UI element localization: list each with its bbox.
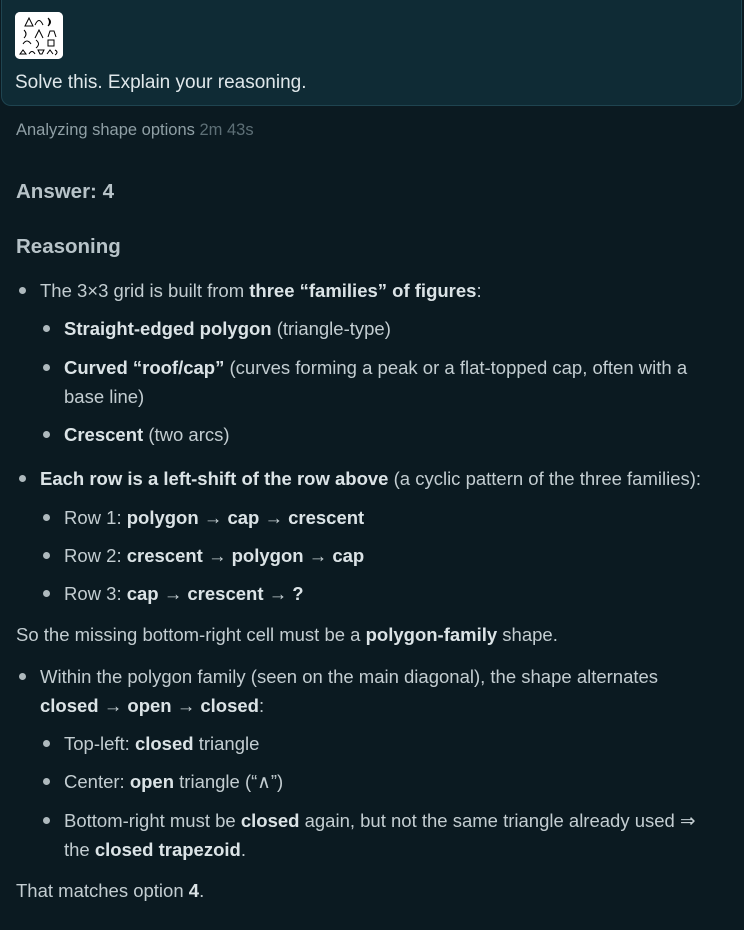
conclusion-paragraph: So the missing bottom-right cell must be… — [16, 624, 558, 646]
bold-segment: crescent — [126, 545, 203, 566]
bold-segment: closed — [240, 810, 300, 831]
bold-segment: polygon — [231, 545, 304, 566]
bullet-dot — [43, 552, 50, 559]
family-crescent: Crescent (two arcs) — [64, 424, 230, 446]
reasoning-bullet-left-shift: Each row is a left-shift of the row abov… — [40, 468, 701, 490]
arrow: → — [263, 583, 293, 604]
bold-segment: Crescent — [64, 424, 144, 445]
arrow: → — [303, 545, 333, 566]
text-segment: Top-left: — [64, 733, 135, 754]
answer-value: 4 — [102, 180, 114, 203]
bold-segment: open — [129, 771, 175, 792]
text-segment: Center: — [64, 771, 130, 792]
text-segment: That matches option — [16, 880, 189, 901]
bold-segment: cap — [227, 507, 260, 528]
text-segment: . — [240, 839, 246, 860]
bullet-dot — [43, 364, 50, 371]
bold-segment: crescent — [187, 583, 264, 604]
arrow: → — [198, 507, 228, 528]
arrow: → — [171, 695, 201, 716]
text-segment: Row 3: — [64, 583, 127, 604]
text-segment: : — [258, 695, 265, 716]
bold-segment: ? — [292, 583, 304, 604]
top-left-triangle: Top-left: closed triangle — [64, 733, 259, 755]
text-segment: shape. — [497, 624, 558, 645]
arrow: → — [259, 507, 289, 528]
bold-segment: open — [127, 695, 172, 716]
final-conclusion: That matches option 4. — [16, 880, 204, 902]
family-cap: Curved “roof/cap” (curves forming a peak… — [64, 357, 687, 379]
text-segment: The 3×3 grid is built from — [40, 280, 250, 301]
bold-segment: closed — [134, 733, 194, 754]
text-segment: (curves forming a peak or a flat-topped … — [224, 357, 688, 378]
bullet-dot — [43, 778, 50, 785]
reasoning-bullet-families: The 3×3 grid is built from three “famili… — [40, 280, 482, 302]
row-3-pattern: Row 3: cap → crescent → ? — [64, 583, 304, 605]
text-segment: . — [199, 880, 205, 901]
arrow: → — [158, 583, 188, 604]
bold-segment: polygon — [126, 507, 199, 528]
family-polygon: Straight-edged polygon (triangle-type) — [64, 318, 391, 340]
text-segment: (two arcs) — [143, 424, 230, 445]
text-segment: again, but not the same triangle already… — [299, 810, 696, 831]
bottom-right-deduction: Bottom-right must be closed again, but n… — [64, 810, 695, 832]
bold-segment: cap — [126, 583, 159, 604]
arrow: → — [98, 695, 128, 716]
answer-heading: Answer: 4 — [16, 180, 114, 204]
answer-label: Answer: — [16, 180, 97, 203]
bold-segment: polygon-family — [365, 624, 498, 645]
bullet-dot — [43, 590, 50, 597]
bullet-dot — [43, 431, 50, 438]
bullet-dot — [43, 514, 50, 521]
text-segment: Row 2: — [64, 545, 127, 566]
family-cap-continued: base line) — [64, 386, 145, 407]
bold-segment: crescent — [288, 507, 365, 528]
bold-segment: three “families” of figures — [249, 280, 477, 301]
bullet-dot — [19, 287, 26, 294]
bullet-dot — [19, 673, 26, 680]
text-segment: (a cyclic pattern of the three families)… — [388, 468, 702, 489]
reasoning-bullet-polygon-family: Within the polygon family (seen on the m… — [40, 666, 659, 687]
bold-segment: closed — [200, 695, 259, 716]
bold-segment: 4 — [188, 880, 200, 901]
user-message-text: Solve this. Explain your reasoning. — [15, 72, 307, 93]
text-segment: So the missing bottom-right cell must be… — [16, 624, 366, 645]
center-triangle: Center: open triangle (“∧”) — [64, 771, 283, 793]
text-segment: : — [476, 280, 482, 301]
text-segment: Bottom-right must be — [64, 810, 241, 831]
bold-segment: Straight-edged polygon — [64, 318, 272, 339]
bold-segment: Curved “roof/cap” — [64, 357, 225, 378]
thinking-status-label: Analyzing shape options — [16, 121, 195, 139]
bold-segment: Each row is a left-shift of the row abov… — [40, 468, 389, 489]
bullet-dot — [43, 740, 50, 747]
row-1-pattern: Row 1: polygon → cap → crescent — [64, 507, 364, 529]
text-segment: triangle (“∧”) — [174, 771, 284, 792]
bold-segment: cap — [332, 545, 365, 566]
bold-segment: closed — [40, 695, 99, 716]
puzzle-thumbnail-icon — [15, 12, 63, 59]
bullet-dot — [19, 475, 26, 482]
text-segment: Row 1: — [64, 507, 127, 528]
reasoning-heading: Reasoning — [16, 235, 121, 258]
text-segment: the — [64, 839, 95, 860]
polygon-alternation: closed → open → closed: — [40, 695, 264, 717]
thinking-duration: 2m 43s — [199, 121, 254, 139]
user-message: Solve this. Explain your reasoning. — [1, 0, 742, 106]
arrow: → — [202, 545, 232, 566]
attached-image-thumbnail[interactable] — [15, 12, 63, 59]
bottom-right-deduction-continued: the closed trapezoid. — [64, 839, 246, 861]
text-segment: triangle — [193, 733, 260, 754]
bullet-dot — [43, 325, 50, 332]
bold-segment: closed trapezoid — [94, 839, 241, 860]
row-2-pattern: Row 2: crescent → polygon → cap — [64, 545, 364, 567]
thinking-status[interactable]: Analyzing shape options 2m 43s — [16, 121, 254, 140]
text-segment: (triangle-type) — [271, 318, 391, 339]
bullet-dot — [43, 817, 50, 824]
